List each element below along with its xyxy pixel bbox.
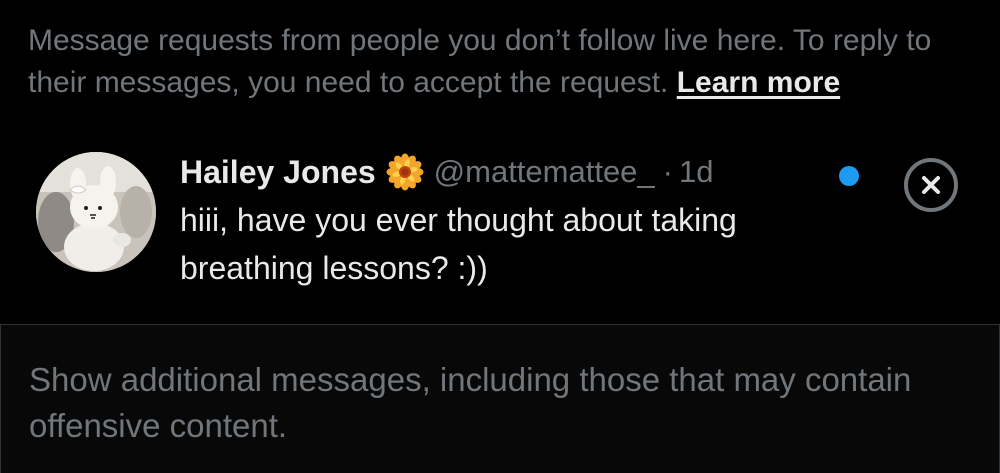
message-requests-info: Message requests from people you don’t f… — [28, 20, 978, 104]
unread-indicator — [839, 166, 859, 186]
sender-handle[interactable]: @mattemattee_ — [434, 154, 655, 190]
separator-dot: · — [662, 154, 673, 189]
avatar[interactable] — [36, 152, 156, 272]
close-circle-icon — [904, 158, 958, 212]
message-request-item[interactable]: Hailey Jones @mattemattee_ · 1d hiii, ha… — [0, 140, 1000, 325]
message-preview: hiii, have you ever thought about taking… — [180, 202, 737, 286]
sender-name[interactable]: Hailey Jones — [180, 154, 376, 191]
flower-icon — [386, 153, 424, 191]
request-header: Hailey Jones @mattemattee_ · 1d — [180, 150, 713, 194]
dismiss-request-button[interactable] — [902, 156, 960, 214]
show-additional-messages-button[interactable]: Show additional messages, including thos… — [0, 325, 1000, 473]
show-additional-messages-label: Show additional messages, including thos… — [29, 361, 912, 444]
timestamp: 1d — [679, 154, 714, 189]
learn-more-link[interactable]: Learn more — [677, 66, 840, 99]
avatar-image — [36, 152, 156, 272]
